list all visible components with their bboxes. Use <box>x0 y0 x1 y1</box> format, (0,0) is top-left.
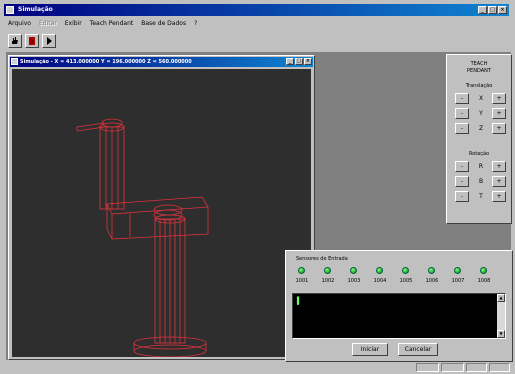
x-minus-button[interactable]: - <box>455 93 469 104</box>
sim-maximize-button[interactable]: □ <box>295 58 303 65</box>
t-plus-button[interactable]: + <box>492 191 506 202</box>
input-sensors-label: Sensores de Entrada <box>296 256 348 262</box>
r-minus-button[interactable]: - <box>455 161 469 172</box>
sensor-led-1001 <box>298 267 305 274</box>
scroll-down-icon[interactable]: ▼ <box>497 330 505 338</box>
translation-label: Translação <box>465 83 493 89</box>
minimize-button[interactable]: _ <box>478 6 487 14</box>
sensor-led-1004 <box>376 267 383 274</box>
z-minus-button[interactable]: - <box>455 123 469 134</box>
stop-icon <box>29 37 35 45</box>
console-cursor: ▌ <box>297 297 302 305</box>
b-axis-label: B <box>478 178 484 185</box>
y-axis-label: Y <box>479 110 483 117</box>
simulation-window-icon[interactable] <box>11 58 18 65</box>
teach-pendant-panel: TEACH PENDANT Translação - X + - Y + - Z… <box>446 54 512 224</box>
simulation-title: Simulação - X = 413.000000 Y = 196.00000… <box>20 59 192 65</box>
play-icon <box>47 37 52 45</box>
sensor-label: 1002 <box>321 278 335 284</box>
hand-button[interactable] <box>8 34 22 48</box>
b-plus-button[interactable]: + <box>492 176 506 187</box>
sensor-label: 1003 <box>347 278 361 284</box>
scroll-up-icon[interactable]: ▲ <box>497 294 505 302</box>
stop-button[interactable] <box>25 34 39 48</box>
app-titlebar: Simulação _ □ × <box>4 4 509 16</box>
sensor-label: 1005 <box>399 278 413 284</box>
sim-close-button[interactable]: × <box>304 58 312 65</box>
menu-arquivo[interactable]: Arquivo <box>8 18 31 30</box>
y-minus-button[interactable]: - <box>455 108 469 119</box>
sensor-led-1006 <box>428 267 435 274</box>
menu-teach-pendant[interactable]: Teach Pendant <box>90 18 134 30</box>
sensor-label: 1008 <box>477 278 491 284</box>
app-title: Simulação <box>18 6 53 13</box>
robot-wireframe <box>76 118 209 357</box>
menu-editar[interactable]: Editar <box>39 18 57 30</box>
status-cell <box>489 363 510 372</box>
simulation-titlebar: Simulação - X = 413.000000 Y = 196.00000… <box>10 57 313 67</box>
r-plus-button[interactable]: + <box>492 161 506 172</box>
cancel-button[interactable]: Cancelar <box>398 343 438 356</box>
console-scrollbar[interactable]: ▲ ▼ <box>497 294 505 338</box>
sensor-label: 1007 <box>451 278 465 284</box>
sensor-label: 1006 <box>425 278 439 284</box>
status-bar <box>4 363 511 372</box>
sensor-led-1002 <box>324 267 331 274</box>
menu-base-de-dados[interactable]: Base de Dados <box>141 18 186 30</box>
x-axis-label: X <box>478 95 484 102</box>
hand-icon <box>12 37 18 44</box>
sensor-led-1008 <box>480 267 487 274</box>
y-plus-button[interactable]: + <box>492 108 506 119</box>
menu-exibir[interactable]: Exibir <box>65 18 82 30</box>
r-axis-label: R <box>478 163 484 170</box>
teach-pendant-title: TEACH PENDANT <box>467 61 491 74</box>
b-minus-button[interactable]: - <box>455 176 469 187</box>
app-window-icon[interactable] <box>6 6 14 14</box>
menu-help[interactable]: ? <box>194 18 197 30</box>
sensor-led-1003 <box>350 267 357 274</box>
close-button[interactable]: × <box>498 6 507 14</box>
menu-bar: Arquivo Editar Exibir Teach Pendant Base… <box>4 18 509 30</box>
3d-viewport[interactable] <box>12 69 311 357</box>
x-plus-button[interactable]: + <box>492 93 506 104</box>
simulation-window-buttons: _ □ × <box>286 58 312 65</box>
sensor-label: 1001 <box>295 278 309 284</box>
rotation-label: Rotação <box>468 151 490 157</box>
sim-minimize-button[interactable]: _ <box>286 58 294 65</box>
console-output[interactable]: ▌ ▲ ▼ <box>292 293 506 339</box>
sensor-led-1007 <box>454 267 461 274</box>
sensor-led-1005 <box>402 267 409 274</box>
start-button[interactable]: Iniciar <box>352 343 388 356</box>
play-button[interactable] <box>42 34 56 48</box>
window-buttons: _ □ × <box>478 6 507 14</box>
maximize-button[interactable]: □ <box>488 6 497 14</box>
z-plus-button[interactable]: + <box>492 123 506 134</box>
input-sensors-panel: Sensores de Entrada 1001 1002 1003 1004 … <box>285 250 513 362</box>
status-cell <box>466 363 487 372</box>
t-axis-label: T <box>479 193 483 200</box>
toolbar <box>8 34 56 48</box>
sensor-label: 1004 <box>373 278 387 284</box>
simulation-window: Simulação - X = 413.000000 Y = 196.00000… <box>8 55 315 360</box>
status-cell <box>441 363 464 372</box>
t-minus-button[interactable]: - <box>455 191 469 202</box>
z-axis-label: Z <box>478 125 484 132</box>
status-cell <box>416 363 439 372</box>
